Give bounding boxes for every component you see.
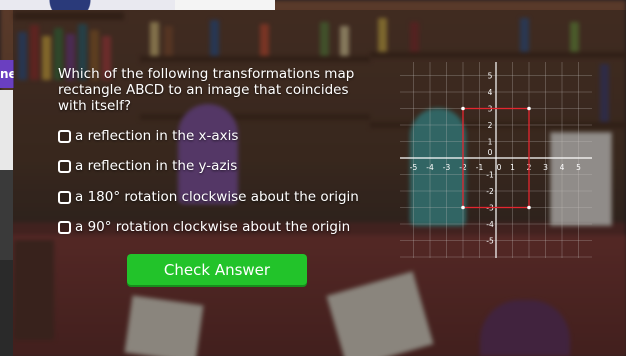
- check-answer-button[interactable]: Check Answer: [127, 254, 307, 285]
- x-tick-label: 3: [543, 163, 548, 172]
- background-window-edge: [0, 90, 13, 356]
- rectangle-vertex: [527, 106, 531, 111]
- option-reflection-x-axis[interactable]: a reflection in the x-axis: [58, 128, 238, 144]
- option-label: a reflection in the y-azis: [75, 158, 238, 174]
- y-tick-label: -1: [486, 171, 494, 180]
- y-tick-label: 5: [488, 72, 493, 81]
- x-tick-label: 0: [497, 163, 502, 172]
- x-tick-label: -5: [410, 163, 418, 172]
- x-tick-label: -3: [443, 163, 451, 172]
- radio-button[interactable]: [58, 129, 71, 143]
- option-label: a 180° rotation clockwise about the orig…: [75, 189, 359, 205]
- coordinate-graph: -5 -4 -3 -2 -1 0 1 2 3 4 5543210-1-2-3-4-5: [400, 62, 592, 258]
- rectangle-vertex: [461, 205, 465, 210]
- background-window-cartoon: [0, 0, 175, 10]
- y-tick-label: 2: [488, 121, 493, 130]
- question-text: Which of the following transformations m…: [58, 66, 355, 114]
- x-tick-label: -1: [476, 163, 484, 172]
- x-tick-label: 5: [576, 163, 581, 172]
- y-tick-label: 4: [488, 88, 493, 97]
- option-label: a reflection in the x-axis: [75, 128, 239, 144]
- y-tick-label: 1: [488, 138, 493, 147]
- y-tick-label: -5: [486, 237, 494, 246]
- x-tick-label: -4: [426, 163, 434, 172]
- option-label: a 90° rotation clockwise about the origi…: [75, 219, 351, 235]
- radio-button[interactable]: [58, 220, 71, 234]
- option-reflection-y-axis[interactable]: a reflection in the y-azis: [58, 158, 237, 174]
- option-rotation-90[interactable]: a 90° rotation clockwise about the origi…: [58, 219, 350, 235]
- rectangle-vertex: [527, 205, 531, 210]
- background-window-tab: ne: [0, 60, 14, 88]
- y-tick-label: -2: [486, 187, 494, 196]
- y-tick-label: 0: [488, 148, 493, 157]
- option-rotation-180[interactable]: a 180° rotation clockwise about the orig…: [58, 189, 359, 205]
- x-tick-label: 4: [560, 163, 565, 172]
- rectangle-vertex: [461, 106, 465, 111]
- y-tick-label: -4: [486, 220, 494, 229]
- radio-button[interactable]: [58, 190, 71, 204]
- radio-button[interactable]: [58, 159, 71, 173]
- x-tick-label: 1: [510, 163, 515, 172]
